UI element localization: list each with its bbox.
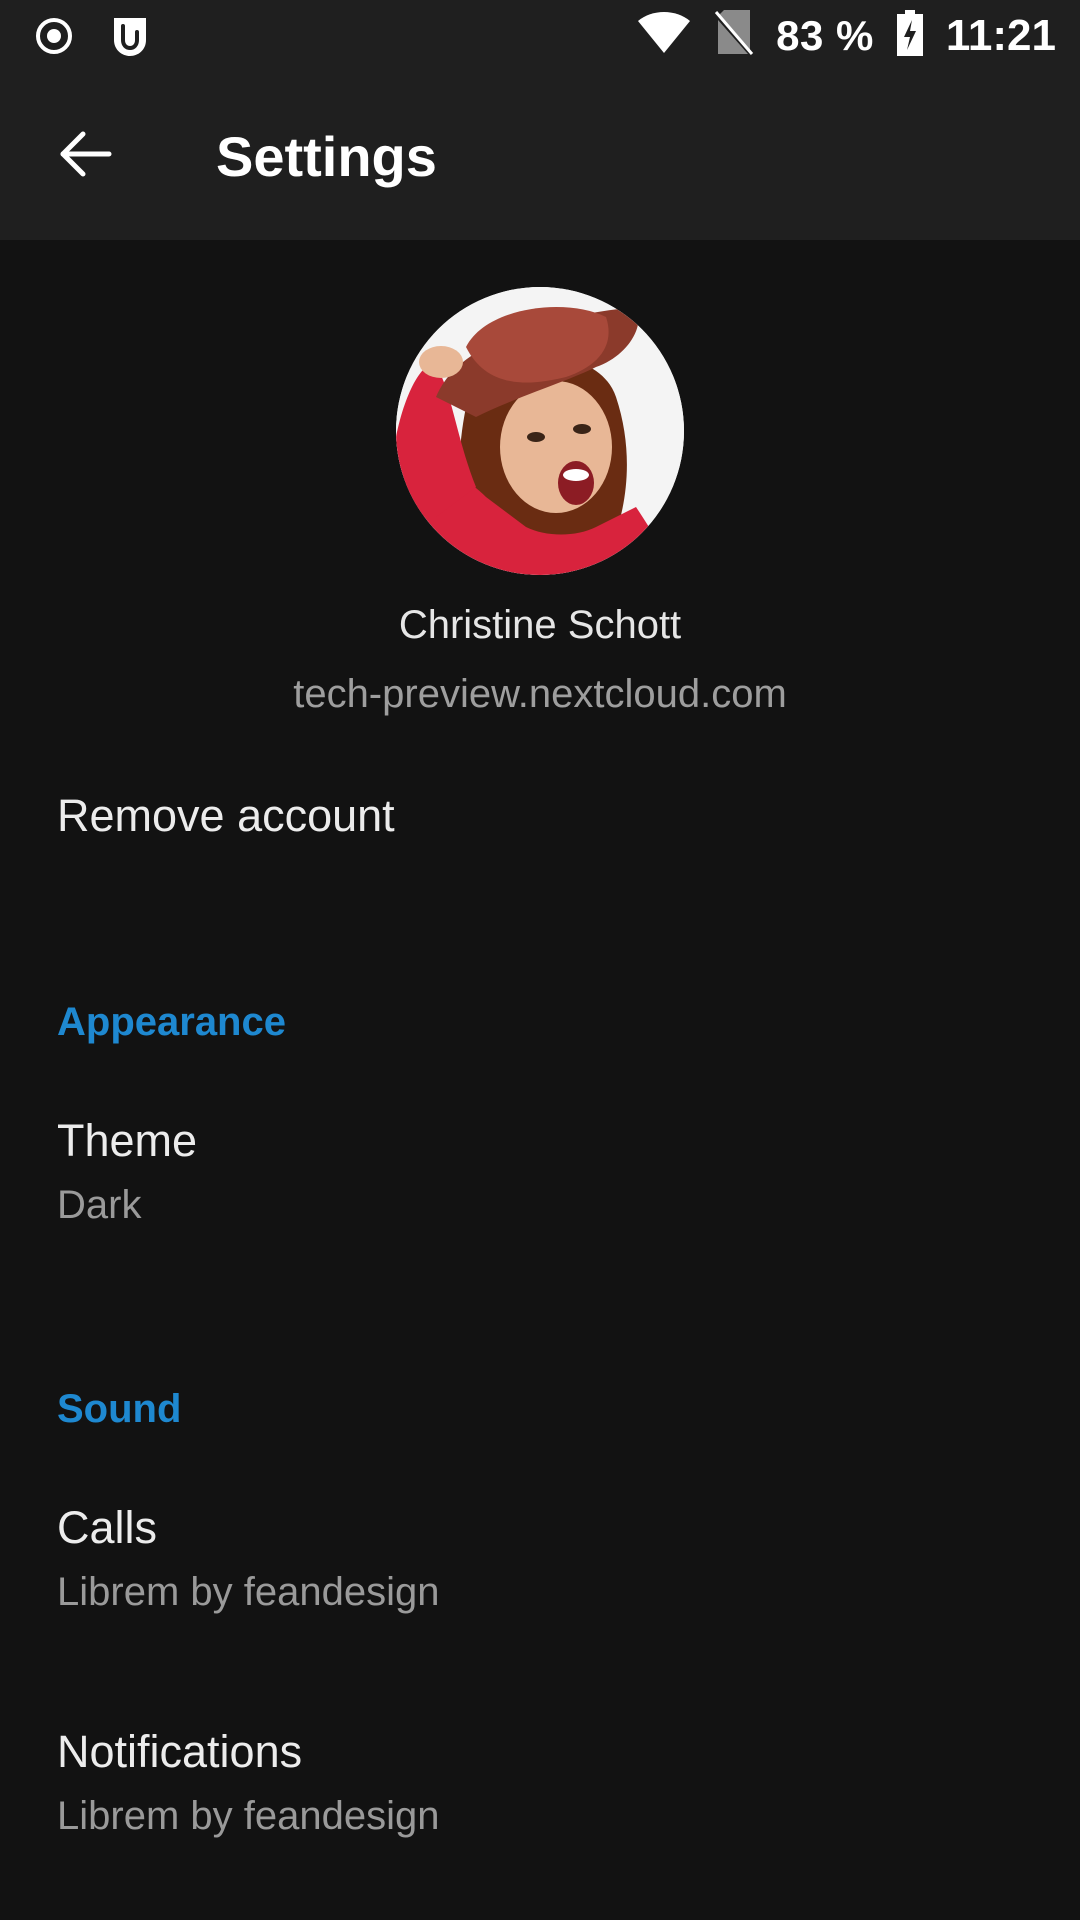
- theme-title: Theme: [57, 1115, 198, 1166]
- avatar[interactable]: [396, 287, 684, 575]
- battery-charging-icon: [896, 10, 924, 61]
- clock: 11:21: [945, 10, 1056, 60]
- notifications-item[interactable]: Notifications Librem by feandesign: [57, 1724, 1027, 1842]
- remove-account-item[interactable]: Remove account: [57, 788, 1027, 844]
- notifications-title: Notifications: [57, 1726, 303, 1777]
- remove-account-label: Remove account: [57, 790, 395, 841]
- calls-value: Librem by feandesign: [57, 1570, 440, 1614]
- shield-u-icon: [108, 14, 152, 63]
- calls-item[interactable]: Calls Librem by feandesign: [57, 1500, 1027, 1618]
- theme-value: Dark: [57, 1183, 142, 1227]
- battery-percent: 83 %: [776, 11, 874, 59]
- appearance-header: Appearance: [57, 1000, 286, 1044]
- notifications-value: Librem by feandesign: [57, 1794, 440, 1838]
- sound-header: Sound: [57, 1387, 182, 1431]
- app-bar: Settings: [0, 74, 1080, 240]
- back-button[interactable]: [40, 116, 130, 196]
- wifi-icon: [636, 11, 692, 60]
- status-bar: 83 % 11:21: [0, 0, 1080, 74]
- arrow-back-icon: [57, 130, 113, 183]
- settings-list[interactable]: Christine Schott tech-preview.nextcloud.…: [0, 240, 1080, 1920]
- profile-server: tech-preview.nextcloud.com: [293, 672, 787, 716]
- record-icon: [34, 16, 74, 61]
- calls-title: Calls: [57, 1502, 158, 1553]
- theme-item[interactable]: Theme Dark: [57, 1113, 1027, 1231]
- profile-name: Christine Schott: [398, 603, 682, 647]
- page-title: Settings: [216, 125, 437, 188]
- no-sim-icon: [714, 10, 754, 61]
